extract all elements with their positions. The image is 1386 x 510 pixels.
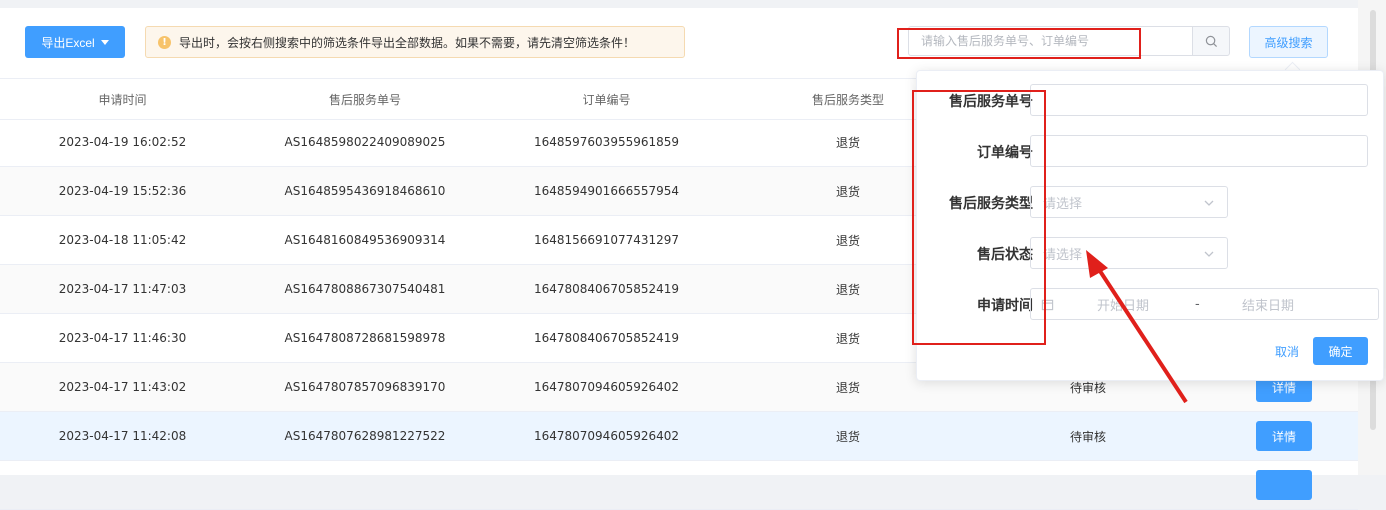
row-service-no: AS1647807628981227522 [284, 429, 446, 443]
header-apply-time: 申请时间 [98, 92, 147, 107]
row-service-no: AS1647808728681598978 [284, 331, 446, 345]
order-no-field[interactable] [1030, 135, 1368, 167]
search-input[interactable] [908, 26, 1192, 56]
export-notice: ! 导出时，会按右侧搜索中的筛选条件导出全部数据。如果不需要，请先清空筛选条件！ [145, 26, 685, 58]
status-select[interactable]: 请选择 [1030, 237, 1228, 269]
row-apply-time: 2023-04-17 11:47:03 [58, 282, 187, 296]
cancel-button[interactable]: 取消 [1267, 337, 1307, 365]
row-order-no: 1647807094605926402 [533, 380, 680, 394]
label-service-no: 售后服务单号 [949, 94, 1033, 110]
advanced-search-button[interactable]: 高级搜索 [1249, 26, 1328, 58]
row-action-cell [1208, 461, 1360, 509]
label-service-type: 售后服务类型 [949, 196, 1033, 212]
notice-text: 导出时，会按右侧搜索中的筛选条件导出全部数据。如果不需要，请先清空筛选条件！ [179, 35, 636, 50]
advanced-search-popover: 售后服务单号 订单编号 售后服务类型 请选择 售后状态 请选择 申请时间 开始日… [916, 70, 1384, 381]
row-service-no: AS1648598022409089025 [284, 135, 446, 149]
row-apply-time: 2023-04-17 11:42:08 [58, 429, 187, 443]
header-order-no: 订单编号 [582, 92, 631, 107]
row-status: 待审核 [1069, 429, 1106, 444]
service-type-placeholder: 请选择 [1043, 196, 1083, 212]
label-apply-time: 申请时间 [977, 298, 1033, 314]
row-action-cell: 详情 [1208, 412, 1360, 460]
confirm-button[interactable]: 确定 [1313, 337, 1368, 365]
export-excel-label: 导出Excel [41, 35, 95, 50]
start-date-input[interactable]: 开始日期 [1097, 289, 1149, 319]
row-order-no: 1647808406705852419 [533, 331, 680, 345]
row-apply-time: 2023-04-18 11:05:42 [58, 233, 187, 247]
apply-time-range-picker[interactable]: 开始日期 - 结束日期 [1030, 288, 1379, 320]
service-no-field[interactable] [1030, 84, 1368, 116]
advanced-search-label: 高级搜索 [1264, 35, 1313, 50]
table-row[interactable]: 2023-04-17 11:42:08 AS1647807628981227522… [0, 412, 1358, 461]
info-icon: ! [158, 35, 171, 49]
label-order-no: 订单编号 [977, 145, 1033, 161]
row-apply-time: 2023-04-19 16:02:52 [58, 135, 187, 149]
chevron-down-icon [1204, 200, 1214, 206]
search-button[interactable] [1192, 26, 1230, 56]
row-service-no: AS1648160849536909314 [284, 233, 446, 247]
end-date-input[interactable]: 结束日期 [1242, 289, 1294, 319]
row-order-no: 1648594901666557954 [533, 184, 680, 198]
row-service-no: AS1648595436918468610 [284, 184, 446, 198]
chevron-down-icon [1204, 251, 1214, 257]
row-apply-time: 2023-04-17 11:46:30 [58, 331, 187, 345]
header-service-no: 售后服务单号 [328, 92, 401, 107]
caret-down-icon [100, 39, 109, 45]
row-order-no: 1648156691077431297 [533, 233, 680, 247]
row-apply-time: 2023-04-19 15:52:36 [58, 184, 187, 198]
row-service-no: AS1647807857096839170 [284, 380, 446, 394]
row-service-no: AS1647808867307540481 [284, 282, 446, 296]
search-icon [1205, 35, 1217, 47]
detail-button[interactable]: 详情 [1256, 421, 1312, 451]
export-excel-button[interactable]: 导出Excel [25, 26, 125, 58]
label-status: 售后状态 [977, 247, 1033, 263]
date-separator: - [1195, 296, 1200, 312]
row-order-no: 1648597603955961859 [533, 135, 680, 149]
calendar-icon [1041, 299, 1054, 311]
row-order-no: 1647808406705852419 [533, 282, 680, 296]
row-order-no: 1647807094605926402 [533, 429, 680, 443]
row-apply-time: 2023-04-17 11:43:02 [58, 380, 187, 394]
search-box [908, 26, 1230, 58]
status-placeholder: 请选择 [1043, 247, 1083, 263]
service-type-select[interactable]: 请选择 [1030, 186, 1228, 218]
row-service-type: 退货 [835, 429, 860, 444]
table-row[interactable] [0, 461, 1358, 510]
